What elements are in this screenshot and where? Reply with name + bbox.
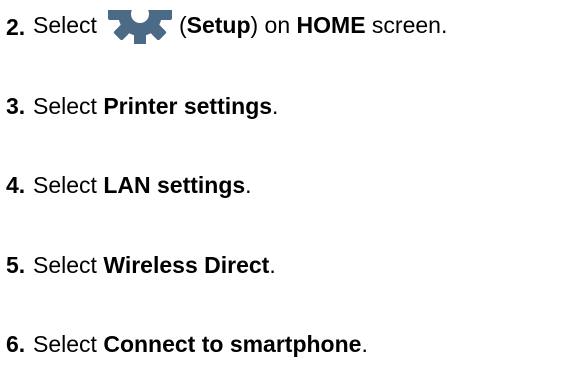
instruction-steps: 2. Select (Setup) on HOME screen. 3. Sel… xyxy=(0,0,570,376)
step-text: Select Printer settings. xyxy=(33,93,278,120)
bold-term-connect-to-smartphone: Connect to smartphone xyxy=(103,330,362,357)
step-number: 4. xyxy=(6,171,26,198)
step-number: 2. xyxy=(6,13,26,40)
paren-open: ( xyxy=(178,12,187,39)
bold-term-printer-settings: Printer settings xyxy=(103,92,273,119)
step-prefix: Select xyxy=(33,12,97,39)
step-suffix: screen. xyxy=(365,12,448,39)
step-2: 2. Select (Setup) on HOME screen. xyxy=(6,10,447,44)
step-text: Select (Setup) on HOME screen. xyxy=(33,10,447,44)
step-prefix: Select xyxy=(33,251,104,278)
bold-term-wireless-direct: Wireless Direct xyxy=(103,251,270,278)
step-number: 6. xyxy=(6,330,26,357)
step-suffix: . xyxy=(245,171,252,198)
step-prefix: Select xyxy=(33,330,104,357)
step-suffix: . xyxy=(272,92,279,119)
bold-term-home: HOME xyxy=(296,12,366,39)
step-suffix: . xyxy=(269,251,276,278)
step-3: 3. Select Printer settings. xyxy=(6,89,278,123)
step-middle: on xyxy=(258,12,297,39)
bold-term-lan-settings: LAN settings xyxy=(103,171,246,198)
step-6: 6. Select Connect to smartphone. xyxy=(6,327,368,361)
gear-icon xyxy=(105,10,175,44)
step-text: Select Wireless Direct. xyxy=(33,252,276,279)
step-number: 3. xyxy=(6,92,26,119)
step-suffix: . xyxy=(361,330,368,357)
step-prefix: Select xyxy=(33,171,104,198)
step-4: 4. Select LAN settings. xyxy=(6,168,252,202)
step-text: Select LAN settings. xyxy=(33,172,252,199)
step-text: Select Connect to smartphone. xyxy=(33,331,368,358)
step-5: 5. Select Wireless Direct. xyxy=(6,248,276,282)
bold-term-setup: Setup xyxy=(186,12,251,39)
step-number: 5. xyxy=(6,251,26,278)
step-prefix: Select xyxy=(33,92,104,119)
